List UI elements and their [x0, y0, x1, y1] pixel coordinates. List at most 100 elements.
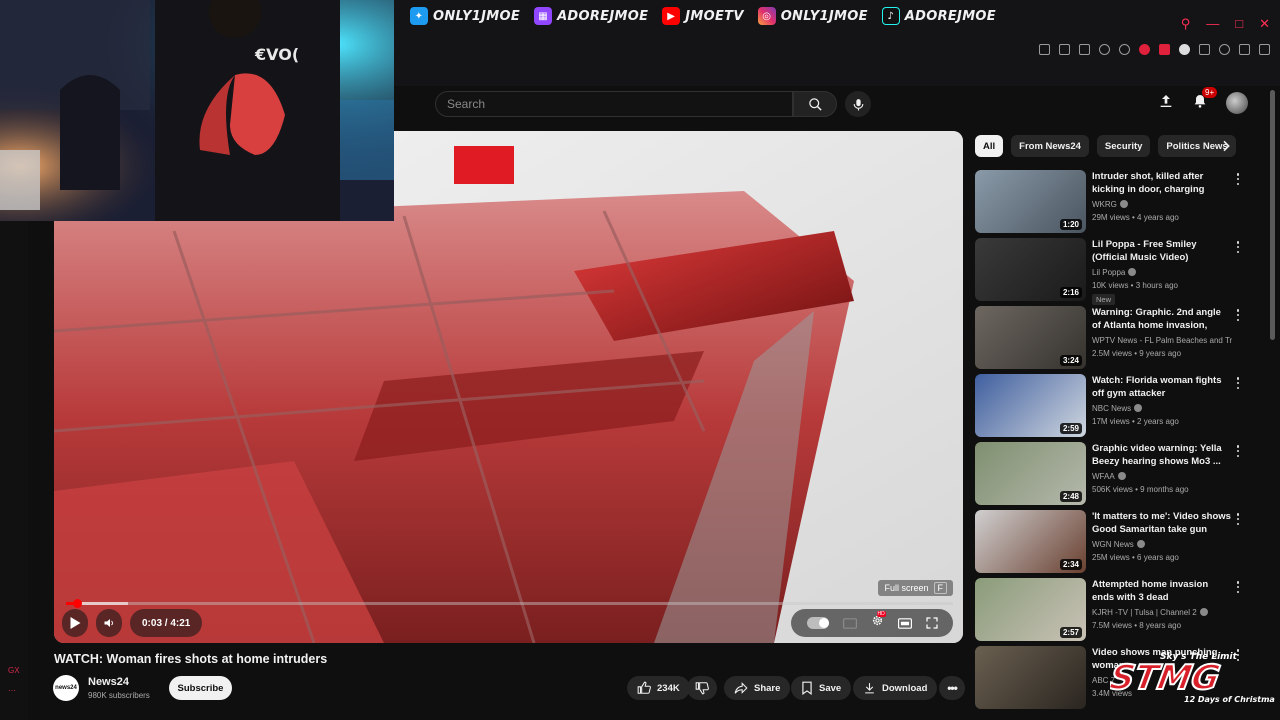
- close-icon[interactable]: ✕: [1259, 16, 1270, 32]
- sidebar-scrollbar[interactable]: [1270, 90, 1275, 340]
- instagram-icon: ◎: [757, 7, 776, 25]
- search-button[interactable]: [793, 91, 837, 117]
- recommendation-title[interactable]: Attempted home invasion ends with 3 dead: [1092, 578, 1232, 604]
- recommendation-item[interactable]: 2:34 'It matters to me': Video shows Good…: [975, 510, 1255, 574]
- search-input[interactable]: Search: [435, 91, 793, 117]
- video-thumbnail[interactable]: 1:20: [975, 170, 1086, 233]
- more-vertical-icon[interactable]: [1234, 308, 1242, 322]
- recommendation-item[interactable]: 2:16 Lil Poppa - Free Smiley (Official Mu…: [975, 238, 1255, 305]
- more-horizontal-icon: •••: [947, 681, 958, 695]
- progress-bar[interactable]: [66, 599, 953, 608]
- recommendation-item[interactable]: 2:48 Graphic video warning: Yella Beezy h…: [975, 442, 1255, 506]
- recommendation-title[interactable]: Intruder shot, killed after kicking in d…: [1092, 170, 1232, 197]
- hd-badge: HD: [876, 611, 886, 617]
- account-icon[interactable]: [1219, 44, 1230, 55]
- upload-button[interactable]: [1158, 93, 1174, 114]
- video-thumbnail[interactable]: 3:24: [975, 306, 1086, 369]
- progress-scrubber[interactable]: [72, 599, 82, 608]
- recommendation-title[interactable]: Watch: Florida woman fights off gym atta…: [1092, 374, 1232, 400]
- video-thumbnail[interactable]: 2:59: [975, 374, 1086, 437]
- chip-security[interactable]: Security: [1096, 135, 1151, 157]
- notifications-button[interactable]: 9+: [1192, 86, 1218, 114]
- chevron-right-icon[interactable]: [1218, 138, 1234, 154]
- recommendation-title[interactable]: Lil Poppa - Free Smiley (Official Music …: [1092, 238, 1232, 264]
- play-button[interactable]: [62, 609, 88, 637]
- menu-icon[interactable]: [1259, 44, 1270, 55]
- recommendation-title[interactable]: 'It matters to me': Video shows Good Sam…: [1092, 510, 1232, 537]
- video-thumbnail[interactable]: [975, 646, 1086, 709]
- verified-check-icon: [1119, 200, 1128, 208]
- recommendation-channel[interactable]: KJRH -TV | Tulsa | Channel 2: [1092, 608, 1232, 617]
- filter-chips: All From News24 Security Politics News: [975, 135, 1236, 157]
- account-avatar[interactable]: [1226, 92, 1248, 114]
- recommendation-channel[interactable]: WGN News: [1092, 540, 1232, 549]
- recommendation-channel[interactable]: WPTV News - FL Palm Beaches and Trea...: [1092, 336, 1232, 345]
- download-tray-icon[interactable]: [1239, 44, 1250, 55]
- shield-icon[interactable]: [1079, 44, 1090, 55]
- recommendation-item[interactable]: 2:57 Attempted home invasion ends with 3 …: [975, 578, 1255, 642]
- fullscreen-shortcut-key: F: [933, 582, 947, 594]
- more-vertical-icon[interactable]: [1234, 580, 1242, 594]
- download-button[interactable]: Download: [853, 676, 938, 700]
- video-thumbnail[interactable]: 2:34: [975, 510, 1086, 573]
- gx-label[interactable]: GX: [8, 666, 20, 675]
- recommendation-channel[interactable]: WFAA: [1092, 472, 1232, 481]
- stream-social-banner: ✦ ONLY1JMOE ▦ ADOREJMOE ▶ JMOETV ◎ ONLY1…: [410, 4, 996, 28]
- fullscreen-icon[interactable]: [925, 617, 938, 629]
- upload-icon: [1160, 94, 1172, 107]
- video-duration: 2:48: [1059, 491, 1082, 502]
- more-vertical-icon[interactable]: [1234, 240, 1242, 254]
- sidebar-more-icon[interactable]: ⋯: [8, 686, 16, 695]
- recommendation-item[interactable]: 3:24 Warning: Graphic. 2nd angle of Atlan…: [975, 306, 1255, 370]
- chip-all[interactable]: All: [975, 135, 1004, 157]
- minimize-icon[interactable]: —: [1206, 16, 1219, 32]
- adblock-extension-icon[interactable]: [1139, 44, 1150, 55]
- extension-b-icon[interactable]: [1159, 44, 1170, 55]
- recommendation-title[interactable]: Graphic video warning: Yella Beezy heari…: [1092, 442, 1232, 468]
- more-vertical-icon[interactable]: [1234, 444, 1242, 458]
- recommendation-meta: 2.5M views • 9 years ago: [1092, 349, 1182, 358]
- recommendation-item[interactable]: 1:20 Intruder shot, killed after kicking …: [975, 170, 1255, 234]
- browser-extensions: [1039, 44, 1270, 55]
- heart-icon[interactable]: [1119, 44, 1130, 55]
- dislike-button[interactable]: [687, 676, 717, 700]
- browser-search-icon[interactable]: ⚲: [1181, 16, 1191, 32]
- download-label: Download: [882, 682, 928, 694]
- theater-mode-icon[interactable]: [897, 617, 912, 629]
- recommendation-title[interactable]: Warning: Graphic. 2nd angle of Atlanta h…: [1092, 306, 1232, 333]
- maximize-icon[interactable]: □: [1235, 16, 1243, 32]
- subscribe-button[interactable]: Subscribe: [169, 676, 232, 700]
- share-button[interactable]: Share: [724, 676, 791, 700]
- video-thumbnail[interactable]: 2:48: [975, 442, 1086, 505]
- autoplay-toggle[interactable]: [806, 617, 829, 629]
- twitch-icon: ▦: [534, 7, 553, 25]
- more-vertical-icon[interactable]: [1234, 512, 1242, 526]
- player-icon[interactable]: [1099, 44, 1110, 55]
- volume-button[interactable]: [96, 609, 122, 637]
- more-vertical-icon[interactable]: [1234, 376, 1242, 390]
- channel-avatar[interactable]: news24: [53, 675, 79, 701]
- snapshot-icon[interactable]: [1059, 44, 1070, 55]
- voice-search-button[interactable]: [845, 91, 871, 117]
- save-button[interactable]: Save: [791, 676, 852, 700]
- recommendation-item[interactable]: 2:59 Watch: Florida woman fights off gym …: [975, 374, 1255, 438]
- video-thumbnail[interactable]: 2:16: [975, 238, 1086, 301]
- like-button[interactable]: 234K: [627, 676, 690, 700]
- thumbs-up-icon: [637, 681, 651, 694]
- channel-name[interactable]: News24: [88, 676, 129, 688]
- recommendation-channel[interactable]: Lil Poppa: [1092, 268, 1232, 277]
- recommendation-channel[interactable]: NBC News: [1092, 404, 1232, 413]
- settings-button[interactable]: HD: [871, 611, 886, 632]
- video-duration: 2:16: [1059, 287, 1082, 298]
- pin-icon[interactable]: [1039, 44, 1050, 55]
- captions-icon[interactable]: [842, 617, 857, 629]
- new-badge: New: [1092, 294, 1116, 305]
- extensions-puzzle-icon[interactable]: [1199, 44, 1210, 55]
- video-thumbnail[interactable]: 2:57: [975, 578, 1086, 641]
- more-actions-button[interactable]: •••: [939, 676, 965, 700]
- chip-from-news24[interactable]: From News24: [1011, 135, 1089, 157]
- banner-instagram-handle: ONLY1JMOE: [780, 8, 868, 24]
- extension-s-icon[interactable]: [1179, 44, 1190, 55]
- more-vertical-icon[interactable]: [1234, 172, 1242, 186]
- recommendation-channel[interactable]: WKRG: [1092, 200, 1232, 209]
